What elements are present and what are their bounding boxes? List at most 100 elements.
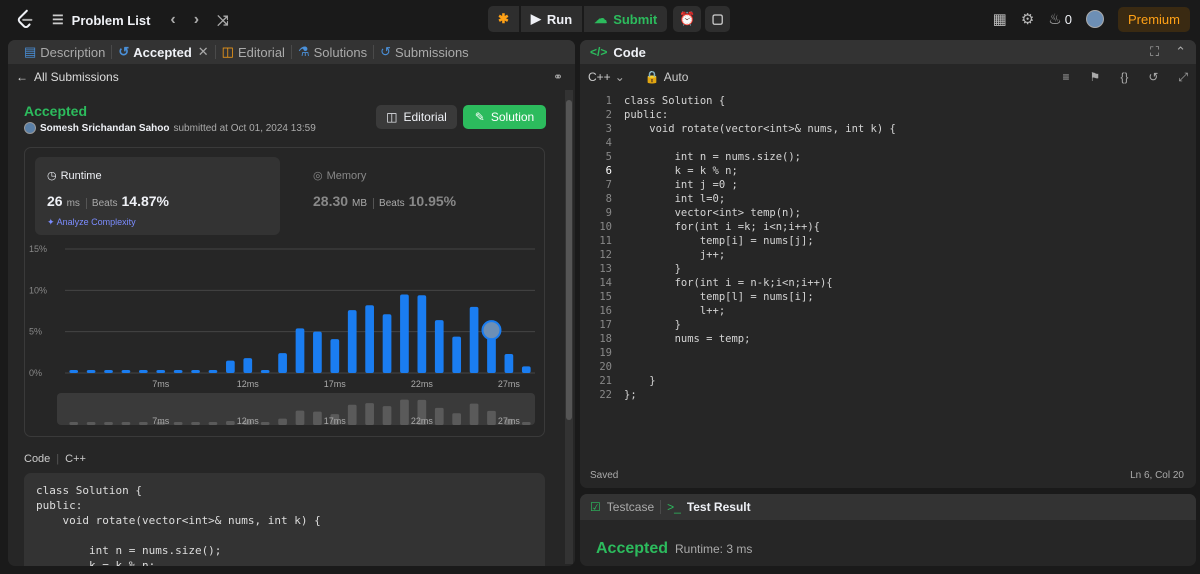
- chart-bar[interactable]: [138, 370, 148, 373]
- prev-problem-icon[interactable]: ‹: [170, 11, 175, 29]
- debug-button[interactable]: ✱: [488, 6, 519, 32]
- submit-button[interactable]: ☁ Submit: [584, 6, 668, 32]
- run-button[interactable]: ▶ Run: [520, 6, 583, 32]
- memory-beats-label: Beats: [373, 198, 405, 209]
- format-icon[interactable]: ≡: [1063, 70, 1070, 84]
- chart-bar[interactable]: [260, 370, 270, 373]
- code-line[interactable]: 22};: [580, 388, 1196, 402]
- chart-bar[interactable]: [469, 306, 479, 373]
- layout-grid-icon[interactable]: ▦: [993, 10, 1007, 28]
- code-line[interactable]: 10 for(int i =k; i<n;i++){: [580, 220, 1196, 234]
- chart-bar[interactable]: [121, 370, 131, 373]
- line-code: int n = nums.size();: [624, 151, 802, 163]
- code-line[interactable]: 20: [580, 360, 1196, 374]
- code-line[interactable]: 2 public:: [580, 108, 1196, 122]
- tab-solutions[interactable]: ⚗ Solutions: [292, 44, 373, 60]
- code-line[interactable]: 19: [580, 346, 1196, 360]
- close-icon[interactable]: ✕: [198, 44, 209, 60]
- streak-counter[interactable]: ♨ 0: [1048, 10, 1072, 28]
- overview-bar: [226, 421, 235, 425]
- timer-button[interactable]: ⏰: [673, 6, 702, 32]
- chart-bar[interactable]: [504, 353, 514, 373]
- chevron-up-icon[interactable]: ⌃: [1175, 44, 1186, 60]
- chart-bar[interactable]: [226, 360, 235, 373]
- code-line[interactable]: 11 temp[i] = nums[j];: [580, 234, 1196, 248]
- editorial-button[interactable]: ◫ Editorial: [376, 105, 457, 129]
- code-line[interactable]: 15 temp[l] = nums[i];: [580, 290, 1196, 304]
- runtime-distribution-chart[interactable]: 0% 5% 10% 15% 7ms 12ms 17ms 22ms 27ms 7ms 12ms 17ms…: [25, 243, 546, 433]
- runtime-card[interactable]: ◷ Runtime 26 ms Beats 14.87% ✦ Analyze C…: [35, 157, 280, 235]
- chart-bar[interactable]: [173, 370, 183, 373]
- next-problem-icon[interactable]: ›: [194, 11, 199, 29]
- code-line[interactable]: 12 j++;: [580, 248, 1196, 262]
- chart-bar[interactable]: [521, 366, 531, 373]
- auto-mode[interactable]: 🔒 Auto: [645, 70, 689, 84]
- chart-bar[interactable]: [382, 314, 392, 373]
- code-line[interactable]: 16 l++;: [580, 304, 1196, 318]
- chart-bar[interactable]: [313, 331, 322, 373]
- code-line[interactable]: 3 void rotate(vector<int>& nums, int k) …: [580, 122, 1196, 136]
- chart-bar[interactable]: [434, 320, 444, 373]
- code-line[interactable]: 1 class Solution {: [580, 94, 1196, 108]
- code-editor[interactable]: 1 class Solution {2 public: 3 void rotate(v…: [580, 94, 1196, 464]
- code-line[interactable]: 14 for(int i = n-k;i<n;i++){: [580, 276, 1196, 290]
- premium-button[interactable]: Premium: [1117, 6, 1190, 32]
- tab-submissions[interactable]: ↺ Submissions: [374, 44, 475, 60]
- scrollbar-thumb[interactable]: [566, 100, 572, 420]
- chart-bar[interactable]: [365, 305, 374, 373]
- code-line[interactable]: 7 int j =0 ;: [580, 178, 1196, 192]
- chart-bar[interactable]: [69, 370, 79, 373]
- tab-editorial[interactable]: ◫ Editorial: [216, 44, 291, 60]
- gear-icon[interactable]: ⚙: [1021, 10, 1034, 28]
- tab-description[interactable]: ▤ Description: [18, 44, 111, 60]
- overview-bar: [121, 422, 131, 425]
- chart-bar[interactable]: [278, 353, 287, 373]
- link-icon[interactable]: ⚭: [553, 70, 563, 84]
- chart-bar[interactable]: [86, 370, 96, 373]
- code-line[interactable]: 4: [580, 136, 1196, 150]
- code-line[interactable]: 8 int l=0;: [580, 192, 1196, 206]
- solution-button[interactable]: ✎ Solution: [463, 105, 546, 129]
- user-avatar[interactable]: [1085, 10, 1104, 28]
- maximize-icon[interactable]: ⛶: [1150, 44, 1159, 60]
- braces-icon[interactable]: {}: [1120, 70, 1128, 84]
- chart-bar[interactable]: [243, 358, 253, 373]
- leetcode-logo-icon[interactable]: [14, 8, 36, 30]
- chart-bar[interactable]: [400, 294, 409, 373]
- tab-accepted[interactable]: ↺ Accepted ✕: [112, 44, 214, 60]
- line-number: 5: [605, 151, 612, 163]
- code-line[interactable]: 6 k = k % n;: [580, 164, 1196, 178]
- code-line[interactable]: 17 }: [580, 318, 1196, 332]
- shuffle-icon[interactable]: ⤨: [217, 12, 228, 29]
- chart-bar[interactable]: [347, 310, 357, 373]
- chart-bar[interactable]: [330, 339, 340, 373]
- back-to-submissions[interactable]: ← All Submissions: [16, 70, 119, 84]
- chart-bar[interactable]: [104, 370, 113, 373]
- chart-bar[interactable]: [191, 370, 200, 373]
- chart-bar[interactable]: [417, 295, 427, 373]
- reset-icon[interactable]: ↺: [1148, 70, 1158, 84]
- language-select[interactable]: C++ ⌄: [588, 70, 625, 84]
- chart-bar[interactable]: [452, 336, 462, 373]
- code-line[interactable]: 5 int n = nums.size();: [580, 150, 1196, 164]
- code-line[interactable]: 21 }: [580, 374, 1196, 388]
- username[interactable]: Somesh Srichandan Sahoo: [40, 123, 169, 134]
- chart-bar[interactable]: [208, 370, 218, 373]
- code-line[interactable]: 13 }: [580, 262, 1196, 276]
- bookmark-icon[interactable]: ⚑: [1090, 70, 1101, 84]
- chart-bar[interactable]: [156, 370, 166, 373]
- code-preview-block[interactable]: class Solution {public: void rotate(vect…: [24, 473, 545, 566]
- avatar[interactable]: [24, 122, 36, 134]
- tab-test-result[interactable]: Test Result: [687, 500, 751, 514]
- notes-button[interactable]: ▢: [705, 6, 730, 32]
- line-code: public:: [624, 109, 669, 121]
- tab-testcase[interactable]: Testcase: [607, 500, 654, 514]
- analyze-complexity-link[interactable]: ✦ Analyze Complexity: [47, 217, 136, 228]
- code-line[interactable]: 9 vector<int> temp(n);: [580, 206, 1196, 220]
- code-line[interactable]: 18 nums = temp;: [580, 332, 1196, 346]
- chart-bar[interactable]: [295, 328, 305, 373]
- left-scrollbar[interactable]: [565, 90, 573, 564]
- memory-card[interactable]: ◎ Memory 28.30 MB Beats 10.95%: [301, 157, 531, 235]
- expand-icon[interactable]: ⤢: [1178, 70, 1188, 85]
- problem-list-nav[interactable]: ☰ Problem List ‹ › ⤨: [52, 11, 228, 29]
